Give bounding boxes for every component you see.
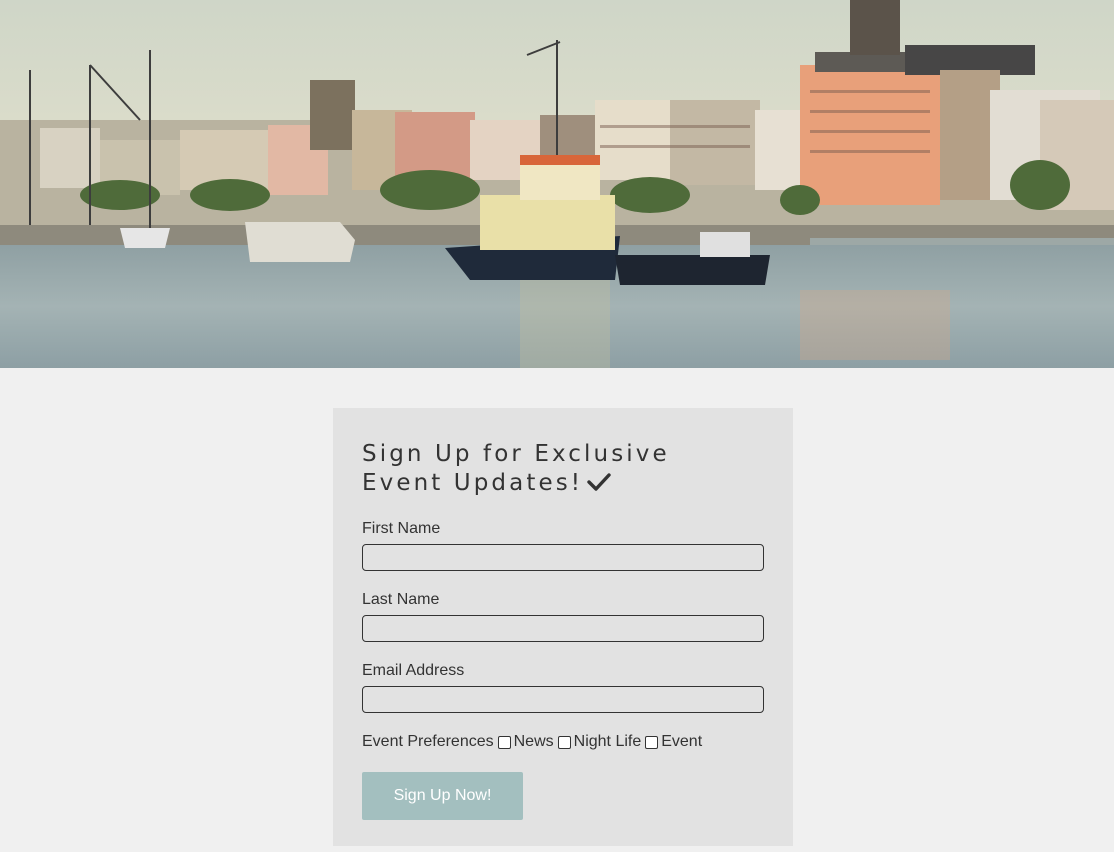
form-title: Sign Up for Exclusive Event Updates!: [362, 440, 722, 500]
form-title-text: Sign Up for Exclusive Event Updates!: [362, 441, 670, 496]
event-checkbox[interactable]: [645, 735, 659, 749]
last-name-input[interactable]: [362, 615, 764, 642]
event-option-label: Event: [661, 733, 703, 750]
signup-card: Sign Up for Exclusive Event Updates! Fir…: [333, 408, 793, 846]
harbour-photo: [0, 0, 1114, 368]
first-name-label: First Name: [362, 520, 441, 537]
event-preferences: Event Preferences News Night Life Event: [362, 733, 765, 751]
sign-up-button[interactable]: Sign Up Now!: [362, 772, 523, 820]
email-label: Email Address: [362, 662, 465, 679]
news-checkbox[interactable]: [497, 735, 511, 749]
last-name-label: Last Name: [362, 591, 440, 608]
email-group: Email Address: [362, 662, 765, 713]
check-icon: [587, 471, 611, 500]
night-life-option-label: Night Life: [573, 733, 642, 750]
preferences-label: Event Preferences: [362, 733, 494, 750]
first-name-group: First Name: [362, 520, 765, 571]
first-name-input[interactable]: [362, 544, 764, 571]
hero-banner: [0, 0, 1114, 368]
last-name-group: Last Name: [362, 591, 765, 642]
email-input[interactable]: [362, 686, 764, 713]
news-option-label: News: [513, 733, 554, 750]
night-life-checkbox[interactable]: [557, 735, 571, 749]
